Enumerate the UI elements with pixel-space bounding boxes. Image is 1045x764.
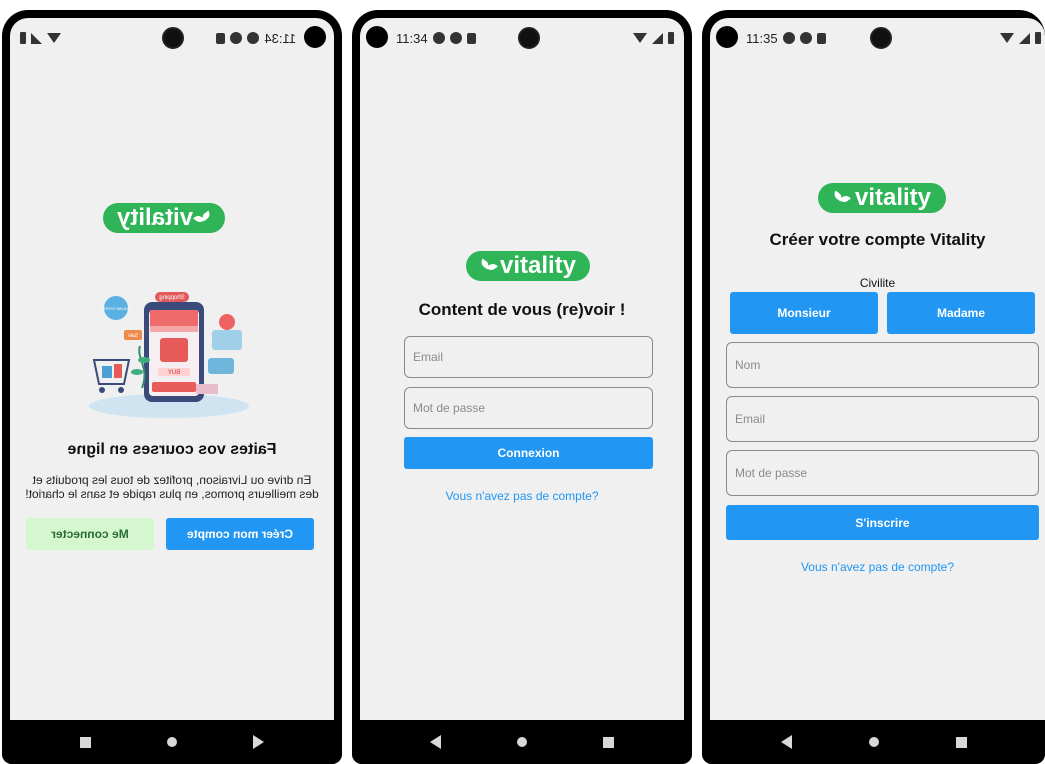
android-nav-bar: [2, 720, 342, 764]
phone-onboarding: 11:34 vitality BUY Shopping ONLINE STORE…: [2, 10, 342, 764]
front-camera: [518, 27, 540, 49]
mirrored-content: 11:34 vitality BUY Shopping ONLINE STORE…: [10, 18, 334, 720]
email-field[interactable]: Email: [404, 336, 653, 378]
status-system-icons: [633, 32, 674, 44]
android-nav-bar: [352, 720, 692, 764]
notification-icon: [230, 32, 243, 44]
battery-icon: [20, 32, 26, 44]
vitality-logo: vitality: [818, 183, 946, 213]
signal-icon: [652, 32, 663, 44]
status-bar: 11:34: [360, 18, 684, 58]
status-notification-icons: 11:34: [216, 31, 296, 46]
shopping-illustration: BUY Shopping ONLINE STORE Sale: [89, 292, 249, 418]
notification-icon: [799, 32, 812, 44]
vitality-logo: vitality: [103, 203, 225, 233]
back-button[interactable]: [430, 735, 441, 749]
home-button[interactable]: [517, 737, 527, 747]
login-title: Content de vous (re)voir !: [418, 300, 626, 319]
leaf-icon: [197, 211, 211, 225]
phone-signup: 11:35 vitality Créer votre compte Vitali…: [702, 10, 1045, 764]
back-button[interactable]: [253, 735, 264, 749]
recents-button[interactable]: [80, 736, 91, 748]
notification-icon: [247, 32, 260, 44]
sale-label: Sale: [128, 333, 138, 339]
camera-hole: [716, 26, 738, 48]
civility-monsieur-button[interactable]: Monsieur: [730, 292, 878, 334]
sim-icon: [466, 32, 476, 44]
camera-hole: [366, 26, 388, 48]
notification-icon: [449, 32, 462, 44]
online-store-label: ONLINE STORE: [101, 306, 131, 311]
camera-hole: [304, 26, 326, 48]
signup-screen: 11:35 vitality Créer votre compte Vitali…: [710, 18, 1045, 720]
status-time: 11:35: [746, 30, 778, 46]
buy-label: BUY: [168, 370, 180, 376]
status-system-icons: [20, 32, 61, 44]
notification-icon: [432, 32, 445, 44]
status-bar: 11:35: [710, 18, 1045, 58]
civility-label: Civilite: [859, 276, 896, 290]
signal-icon: [1019, 32, 1030, 44]
logo-text: vitality: [499, 252, 576, 279]
signup-button[interactable]: S'inscrire: [726, 505, 1039, 540]
civility-madame-button[interactable]: Madame: [887, 292, 1035, 334]
home-button[interactable]: [868, 737, 879, 747]
wifi-icon: [633, 33, 647, 43]
no-account-link[interactable]: Vous n'avez pas de compte?: [360, 489, 684, 503]
sim-icon: [216, 32, 226, 44]
sim-icon: [816, 32, 826, 44]
battery-icon: [668, 32, 674, 44]
signal-icon: [31, 32, 42, 44]
recents-button[interactable]: [955, 736, 967, 748]
vitality-logo: vitality: [466, 251, 590, 281]
battery-icon: [1035, 32, 1041, 44]
status-time: 11:34: [396, 30, 428, 46]
email-field[interactable]: Email: [726, 396, 1039, 442]
login-screen: 11:34 vitality Content de vous (re)voir …: [360, 18, 684, 720]
onboarding-title: Faites vos courses en ligne: [67, 441, 277, 458]
logo-text: vitality: [854, 184, 932, 211]
phone-login: 11:34 vitality Content de vous (re)voir …: [352, 10, 692, 764]
password-field[interactable]: Mot de passe: [726, 450, 1039, 496]
status-notification-icons: 11:35: [746, 31, 826, 46]
logo-text: vitality: [117, 204, 194, 231]
leaf-icon: [833, 191, 851, 205]
wifi-icon: [47, 33, 61, 43]
onboarding-description: En drive ou Livraison, profitez de tous …: [25, 473, 319, 501]
leaf-icon: [480, 259, 496, 273]
shopping-label: Shopping: [159, 295, 184, 301]
login-button[interactable]: Me connecter: [26, 518, 154, 550]
status-time: 11:34: [264, 30, 296, 46]
name-field[interactable]: Nom: [726, 342, 1039, 388]
front-camera: [870, 27, 892, 49]
onboarding-screen: 11:34 vitality BUY Shopping ONLINE STORE…: [10, 18, 334, 720]
signup-title: Créer votre compte Vitality: [769, 230, 986, 249]
status-notification-icons: 11:34: [396, 31, 476, 46]
login-button[interactable]: Connexion: [404, 437, 653, 469]
notification-icon: [782, 32, 795, 44]
back-button[interactable]: [780, 735, 792, 749]
status-bar: 11:34: [10, 18, 334, 58]
recents-button[interactable]: [603, 736, 614, 748]
create-account-button[interactable]: Créer mon compte: [166, 518, 314, 550]
home-button[interactable]: [167, 737, 177, 747]
status-system-icons: [1000, 32, 1041, 44]
no-account-link[interactable]: Vous n'avez pas de compte?: [710, 560, 1045, 574]
wifi-icon: [1000, 33, 1014, 43]
password-field[interactable]: Mot de passe: [404, 387, 653, 429]
android-nav-bar: [702, 720, 1045, 764]
front-camera: [162, 27, 184, 49]
